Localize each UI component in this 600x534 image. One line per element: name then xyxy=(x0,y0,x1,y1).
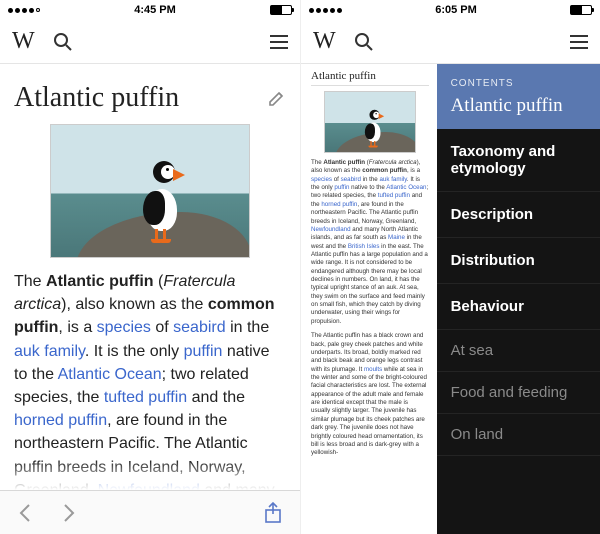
article-body-shrunk[interactable]: Atlantic puffin The Atlantic puffin (Fra… xyxy=(301,64,437,534)
share-icon[interactable] xyxy=(264,502,282,524)
back-icon[interactable] xyxy=(18,503,32,523)
drawer-label: CONTENTS xyxy=(451,78,586,89)
article-body[interactable]: Atlantic puffin The Atlantic puffin (Fra… xyxy=(0,64,300,490)
toc-item[interactable]: At sea xyxy=(437,330,600,372)
search-icon[interactable] xyxy=(53,32,73,52)
status-bar: 4:45 PM xyxy=(0,0,300,20)
menu-icon[interactable] xyxy=(570,35,588,49)
toc-item[interactable]: Food and feeding xyxy=(437,372,600,414)
app-header: W xyxy=(301,20,600,64)
app-header: W xyxy=(0,20,300,64)
forward-icon[interactable] xyxy=(62,503,76,523)
article-lead-image[interactable] xyxy=(324,91,416,153)
toc-item[interactable]: Behaviour xyxy=(437,284,600,330)
wikipedia-logo-icon[interactable]: W xyxy=(313,28,336,55)
drawer-title: Atlantic puffin xyxy=(451,95,586,117)
article-title: Atlantic puffin xyxy=(14,82,179,114)
phone-left: 4:45 PM W Atlantic puffin The Atl xyxy=(0,0,300,534)
wikipedia-logo-icon[interactable]: W xyxy=(12,28,35,55)
article-lead-paragraph: The Atlantic puffin (Fratercula arctica)… xyxy=(14,270,286,490)
contents-drawer: CONTENTS Atlantic puffin Taxonomy and et… xyxy=(437,64,600,534)
toc-item[interactable]: Distribution xyxy=(437,238,600,284)
article-lead-image[interactable] xyxy=(50,124,250,258)
bottom-toolbar xyxy=(0,490,300,534)
toc-item[interactable]: Description xyxy=(437,192,600,238)
battery-icon xyxy=(570,5,592,15)
toc-item[interactable]: Taxonomy and etymology xyxy=(437,129,600,192)
status-time: 4:45 PM xyxy=(134,4,176,16)
signal-dots-icon xyxy=(309,8,342,13)
status-bar: 6:05 PM xyxy=(301,0,600,20)
status-time: 6:05 PM xyxy=(435,4,477,16)
drawer-header: CONTENTS Atlantic puffin xyxy=(437,64,600,129)
edit-pencil-icon[interactable] xyxy=(268,89,286,107)
toc-item[interactable]: On land xyxy=(437,414,600,456)
menu-icon[interactable] xyxy=(270,35,288,49)
phone-right: 6:05 PM W Atlantic puffin The Atlant xyxy=(300,0,600,534)
drawer-list: Taxonomy and etymologyDescriptionDistrib… xyxy=(437,129,600,456)
article-title: Atlantic puffin xyxy=(311,70,429,86)
battery-icon xyxy=(270,5,292,15)
signal-dots-icon xyxy=(8,8,40,13)
search-icon[interactable] xyxy=(354,32,374,52)
article-text: The Atlantic puffin (Fratercula arctica)… xyxy=(311,159,429,458)
